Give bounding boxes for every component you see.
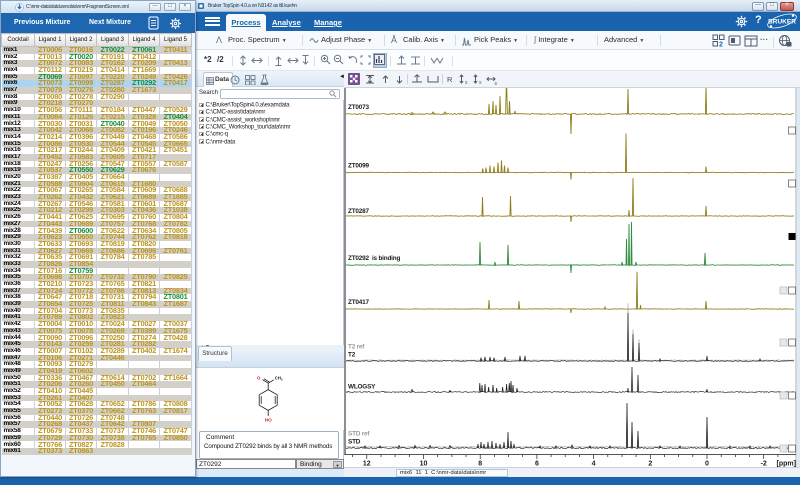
svg-text:HO: HO [265,418,272,423]
svg-text:ZT0073: ZT0073 [348,104,369,111]
svg-text:2: 2 [719,42,723,48]
svg-text:ZT0287: ZT0287 [348,208,369,215]
svg-text:s: s [465,80,468,84]
svg-text:O: O [257,375,261,380]
svg-text:s: s [479,80,482,84]
svg-text:T2 ref: T2 ref [348,344,365,351]
svg-text:STD ref: STD ref [348,431,370,438]
svg-text:ZT0292 is binding: ZT0292 is binding [348,255,400,262]
svg-text:STD: STD [348,439,361,446]
svg-text:CH3: CH3 [275,376,283,382]
svg-text:ZT0417: ZT0417 [348,299,369,306]
svg-text:BRUKER: BRUKER [768,19,796,26]
svg-text:ZT0099: ZT0099 [348,163,369,170]
svg-text:WLOGSY: WLOGSY [348,384,376,391]
svg-text:T2: T2 [348,352,356,359]
svg-text:s: s [495,81,498,85]
